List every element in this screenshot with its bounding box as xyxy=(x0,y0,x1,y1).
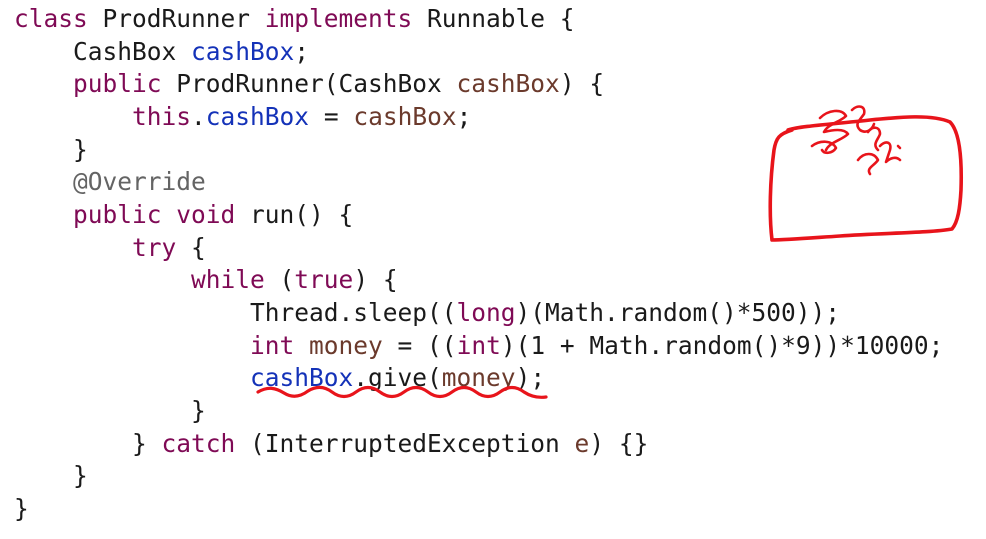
wavy-underline xyxy=(256,385,548,399)
hand-drawn-box xyxy=(768,115,964,242)
red-pen-annotations xyxy=(256,105,964,399)
scribble-marks xyxy=(810,105,902,176)
